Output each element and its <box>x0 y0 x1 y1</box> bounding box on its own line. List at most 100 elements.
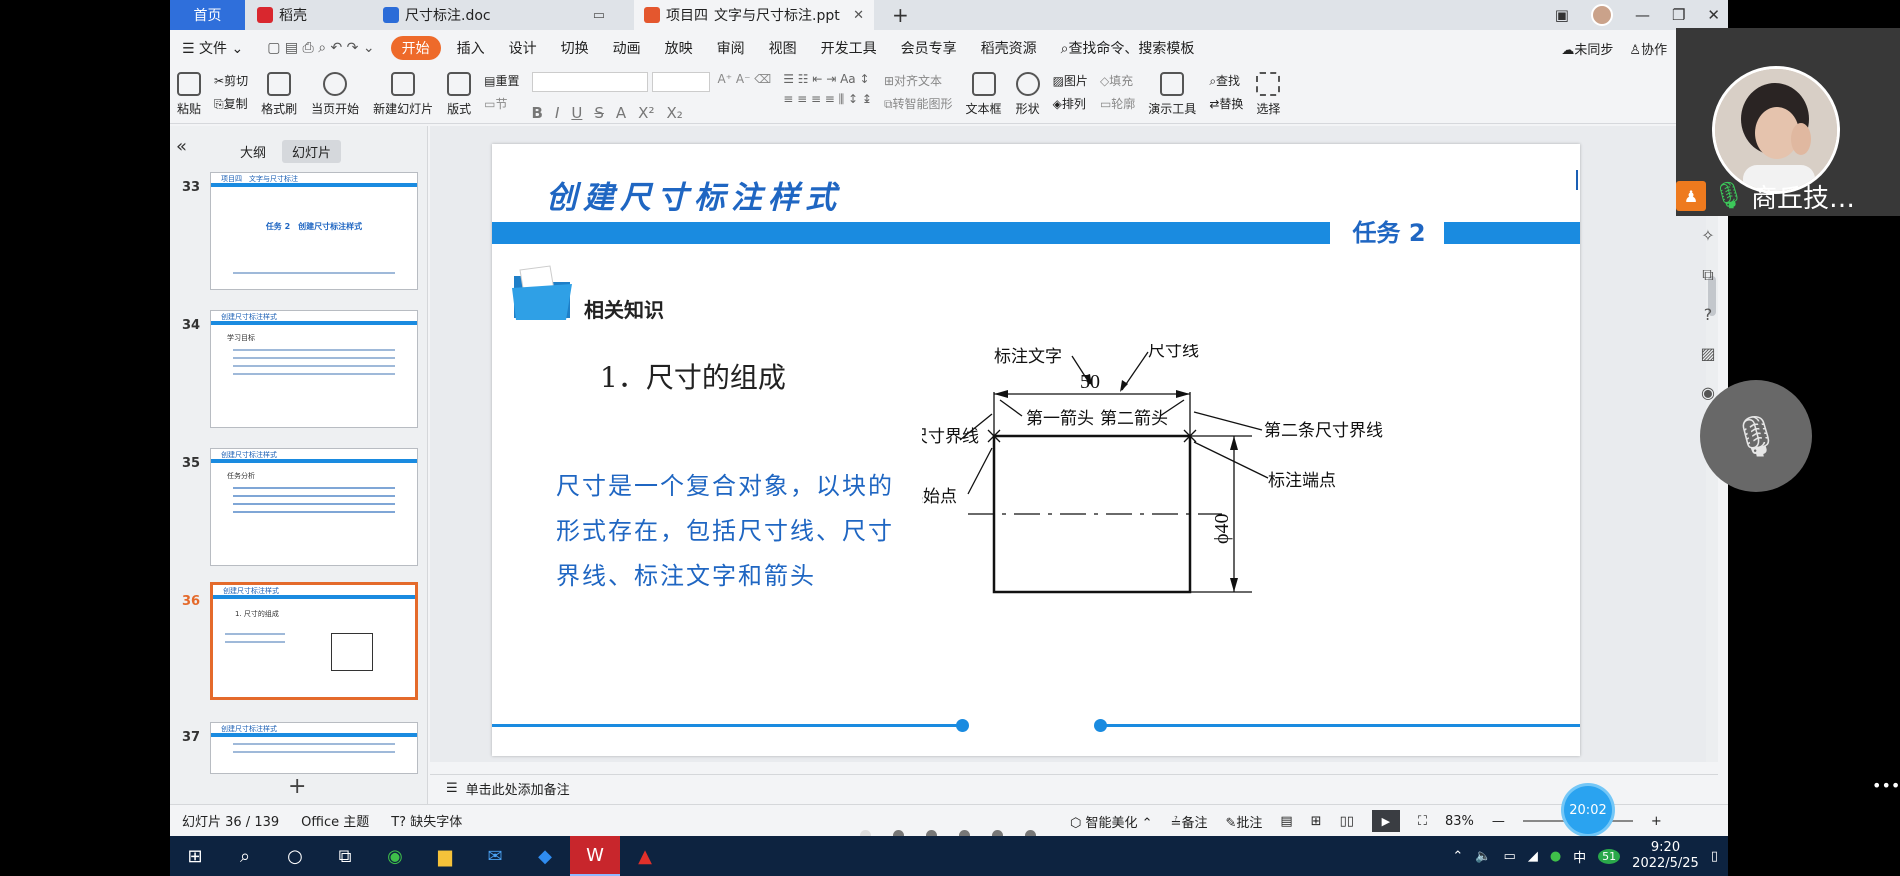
new-tab-icon[interactable]: + <box>892 3 909 27</box>
select-button[interactable]: 选择 <box>1249 72 1287 117</box>
pin-icon[interactable]: ✧ <box>1701 226 1714 245</box>
subscript-icon[interactable]: X₂ <box>666 104 682 122</box>
underline-icon[interactable]: U <box>571 104 582 122</box>
windows-start-icon[interactable]: ⊞ <box>170 836 220 876</box>
font-size-select[interactable] <box>651 72 710 92</box>
textbox-button[interactable]: 文本框 <box>959 72 1009 117</box>
clock[interactable]: 9:20 2022/5/25 <box>1632 840 1699 872</box>
collab-button[interactable]: ♙协作 <box>1629 39 1667 58</box>
comment-button[interactable]: ✎批注 <box>1225 812 1262 831</box>
notes-area[interactable]: ☰ 单击此处添加备注 <box>430 774 1718 802</box>
menu-start[interactable]: 开始 <box>390 36 441 60</box>
mail-icon[interactable]: ✉ <box>470 836 520 876</box>
tab-ppt-close-icon[interactable]: ✕ <box>853 8 864 23</box>
wps-taskbar-icon[interactable]: W <box>570 836 620 876</box>
bold-icon[interactable]: B <box>532 104 543 122</box>
tab-outline[interactable]: 大纲 <box>230 140 276 163</box>
normal-view-icon[interactable]: ▤ <box>1280 814 1292 829</box>
reset-button[interactable]: ▤重置 <box>484 72 519 89</box>
screen-icon[interactable]: ⧉ <box>1702 265 1713 285</box>
font-family-select[interactable] <box>531 72 648 92</box>
zoom-level[interactable]: 83% <box>1445 814 1474 829</box>
cortana-icon[interactable]: ○ <box>270 836 320 876</box>
missing-font-button[interactable]: T? 缺失字体 <box>391 811 462 830</box>
zoom-out-icon[interactable]: — <box>1492 814 1505 829</box>
superscript-icon[interactable]: X² <box>638 104 654 122</box>
browser-icon[interactable]: ◉ <box>370 836 420 876</box>
theme-name[interactable]: Office 主题 <box>301 811 369 830</box>
notification-badge[interactable]: 51 <box>1598 848 1621 864</box>
battery-icon[interactable]: ▭ <box>1504 849 1516 864</box>
more-options-icon[interactable]: ••• <box>1872 776 1900 795</box>
ime-indicator[interactable]: 中 <box>1573 847 1586 866</box>
fill-button[interactable]: ◇填充 <box>1100 72 1135 89</box>
menu-developer[interactable]: 开发工具 <box>809 38 889 58</box>
format-painter-button[interactable]: 格式刷 <box>254 72 304 117</box>
smart-graphic-button[interactable]: ⧉转智能图形 <box>884 95 953 112</box>
outline-button[interactable]: ▭轮廓 <box>1100 95 1135 112</box>
align-text-button[interactable]: ⊞对齐文本 <box>884 72 953 89</box>
replace-button[interactable]: ⇄替换 <box>1209 95 1243 112</box>
italic-icon[interactable]: I <box>555 104 559 122</box>
image-icon[interactable]: ▨ <box>1700 344 1715 363</box>
menu-slideshow[interactable]: 放映 <box>653 38 705 58</box>
mute-mic-button[interactable]: 🎙 <box>1700 380 1812 492</box>
list-icons[interactable]: ☰ ☷ ⇤ ⇥ Aa ↕ <box>783 72 872 86</box>
play-from-current-button[interactable]: 当页开始 <box>304 72 366 117</box>
restore-icon[interactable]: ❐ <box>1672 6 1685 24</box>
tab-doc[interactable]: 尺寸标注.doc ▭ <box>373 0 615 30</box>
slide-thumbnail[interactable]: 创建尺寸标注样式 学习目标 <box>210 310 418 428</box>
wechat-icon[interactable]: ● <box>1550 849 1561 864</box>
close-icon[interactable]: ✕ <box>1707 6 1720 24</box>
file-explorer-icon[interactable]: ▆ <box>420 836 470 876</box>
sync-button[interactable]: ☁未同步 <box>1561 39 1613 58</box>
video-overlay[interactable]: ♟ 🎙 商丘技… <box>1676 28 1900 216</box>
tab-doc-pin-icon[interactable]: ▭ <box>593 8 605 23</box>
font-color-icon[interactable]: A <box>616 104 626 122</box>
copy-button[interactable]: ⎘复制 <box>214 95 248 112</box>
menu-animation[interactable]: 动画 <box>601 38 653 58</box>
tab-ppt[interactable]: 项目四 文字与尺寸标注.ppt ✕ <box>634 0 874 30</box>
menu-review[interactable]: 审阅 <box>705 38 757 58</box>
pdf-app-icon[interactable]: ▲ <box>620 836 670 876</box>
layout-button[interactable]: 版式 <box>440 72 478 117</box>
slide-thumbnail[interactable]: 创建尺寸标注样式 任务分析 <box>210 448 418 566</box>
menu-daoke-resources[interactable]: 稻壳资源 <box>969 38 1049 58</box>
meeting-app-icon[interactable]: ◆ <box>520 836 570 876</box>
minimize-icon[interactable]: — <box>1635 6 1650 24</box>
volume-icon[interactable]: 🔈 <box>1475 849 1491 864</box>
shape-button[interactable]: 形状 <box>1009 72 1047 117</box>
arrange-button[interactable]: ◈排列 <box>1053 95 1088 112</box>
recording-timer[interactable]: 20:02 <box>1564 786 1612 834</box>
presentation-tools-button[interactable]: 演示工具 <box>1141 72 1203 117</box>
section-button[interactable]: ▭节 <box>484 95 519 112</box>
paste-button[interactable]: 粘贴 <box>170 72 208 117</box>
help-icon[interactable]: ? <box>1704 305 1713 324</box>
play-slideshow-button[interactable]: ▶ <box>1371 810 1400 832</box>
notes-toggle-button[interactable]: ≟备注 <box>1171 812 1208 831</box>
picture-button[interactable]: ▨图片 <box>1053 72 1088 89</box>
notification-icon[interactable]: ▯ <box>1711 849 1718 864</box>
menu-view[interactable]: 视图 <box>757 38 809 58</box>
command-search[interactable]: ⌕查找命令、搜索模板 <box>1049 38 1207 58</box>
quick-access-icons[interactable]: ▢ ▤ ⎙ ⌕ ↶ ↷ ⌄ <box>255 40 386 56</box>
beautify-button[interactable]: ⬡ 智能美化 ⌃ <box>1070 812 1153 831</box>
taskbar-search-icon[interactable]: ⌕ <box>220 836 270 876</box>
find-button[interactable]: ⌕查找 <box>1209 72 1243 89</box>
collapse-panel-icon[interactable]: « <box>176 136 187 157</box>
tab-daoke[interactable]: 稻壳 <box>247 0 371 30</box>
zoom-in-icon[interactable]: + <box>1651 814 1662 829</box>
menu-insert[interactable]: 插入 <box>445 38 497 58</box>
user-avatar[interactable] <box>1590 4 1613 26</box>
reading-view-icon[interactable]: ▯▯ <box>1340 814 1354 829</box>
network-icon[interactable]: ◢ <box>1528 849 1538 864</box>
task-view-icon[interactable]: ⧉ <box>320 836 370 876</box>
menu-hamburger[interactable]: ☰ 文件 ⌄ <box>170 38 255 58</box>
strike-icon[interactable]: S <box>594 104 604 122</box>
fit-window-icon[interactable]: ⛶ <box>1418 814 1427 829</box>
layout-icon[interactable]: ▣ <box>1555 6 1569 24</box>
slide-thumbnail-current[interactable]: 创建尺寸标注样式 1. 尺寸的组成 <box>210 582 418 700</box>
slide-thumbnail[interactable]: 创建尺寸标注样式 <box>210 722 418 774</box>
menu-transition[interactable]: 切换 <box>549 38 601 58</box>
sorter-view-icon[interactable]: ⊞ <box>1311 814 1322 829</box>
